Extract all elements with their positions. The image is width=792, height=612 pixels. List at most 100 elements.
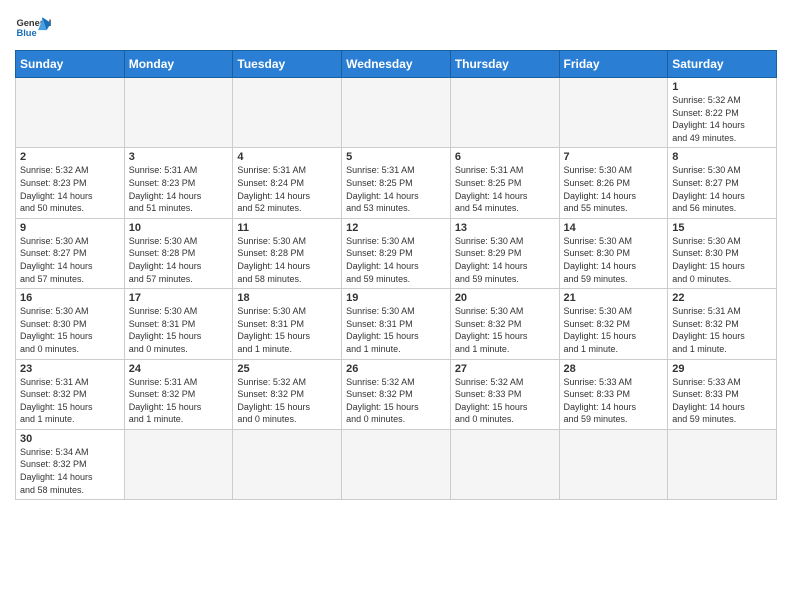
calendar-cell <box>233 78 342 148</box>
day-info: Sunrise: 5:31 AMSunset: 8:25 PMDaylight:… <box>455 164 555 214</box>
calendar-cell: 23Sunrise: 5:31 AMSunset: 8:32 PMDayligh… <box>16 359 125 429</box>
day-info: Sunrise: 5:32 AMSunset: 8:23 PMDaylight:… <box>20 164 120 214</box>
calendar-cell: 17Sunrise: 5:30 AMSunset: 8:31 PMDayligh… <box>124 289 233 359</box>
logo-icon: General Blue <box>15 10 51 46</box>
day-of-week-header: Monday <box>124 51 233 78</box>
calendar-cell: 4Sunrise: 5:31 AMSunset: 8:24 PMDaylight… <box>233 148 342 218</box>
day-number: 22 <box>672 292 772 304</box>
day-info: Sunrise: 5:30 AMSunset: 8:30 PMDaylight:… <box>20 305 120 355</box>
day-info: Sunrise: 5:30 AMSunset: 8:29 PMDaylight:… <box>455 235 555 285</box>
calendar-cell: 2Sunrise: 5:32 AMSunset: 8:23 PMDaylight… <box>16 148 125 218</box>
day-number: 20 <box>455 292 555 304</box>
day-number: 7 <box>564 151 664 163</box>
calendar-cell: 28Sunrise: 5:33 AMSunset: 8:33 PMDayligh… <box>559 359 668 429</box>
day-info: Sunrise: 5:31 AMSunset: 8:24 PMDaylight:… <box>237 164 337 214</box>
calendar-week-row: 16Sunrise: 5:30 AMSunset: 8:30 PMDayligh… <box>16 289 777 359</box>
calendar-cell: 3Sunrise: 5:31 AMSunset: 8:23 PMDaylight… <box>124 148 233 218</box>
calendar-cell: 16Sunrise: 5:30 AMSunset: 8:30 PMDayligh… <box>16 289 125 359</box>
day-of-week-header: Saturday <box>668 51 777 78</box>
calendar-cell: 11Sunrise: 5:30 AMSunset: 8:28 PMDayligh… <box>233 218 342 288</box>
calendar-cell: 18Sunrise: 5:30 AMSunset: 8:31 PMDayligh… <box>233 289 342 359</box>
day-number: 9 <box>20 222 120 234</box>
calendar-cell: 5Sunrise: 5:31 AMSunset: 8:25 PMDaylight… <box>342 148 451 218</box>
calendar-cell <box>450 429 559 499</box>
calendar-cell: 21Sunrise: 5:30 AMSunset: 8:32 PMDayligh… <box>559 289 668 359</box>
day-of-week-header: Tuesday <box>233 51 342 78</box>
day-info: Sunrise: 5:30 AMSunset: 8:32 PMDaylight:… <box>455 305 555 355</box>
calendar-cell: 22Sunrise: 5:31 AMSunset: 8:32 PMDayligh… <box>668 289 777 359</box>
day-number: 6 <box>455 151 555 163</box>
day-info: Sunrise: 5:32 AMSunset: 8:22 PMDaylight:… <box>672 94 772 144</box>
day-info: Sunrise: 5:30 AMSunset: 8:31 PMDaylight:… <box>237 305 337 355</box>
day-info: Sunrise: 5:32 AMSunset: 8:33 PMDaylight:… <box>455 376 555 426</box>
day-number: 11 <box>237 222 337 234</box>
calendar-header-row: SundayMondayTuesdayWednesdayThursdayFrid… <box>16 51 777 78</box>
day-number: 19 <box>346 292 446 304</box>
day-of-week-header: Friday <box>559 51 668 78</box>
day-info: Sunrise: 5:30 AMSunset: 8:30 PMDaylight:… <box>672 235 772 285</box>
day-of-week-header: Wednesday <box>342 51 451 78</box>
calendar-cell: 19Sunrise: 5:30 AMSunset: 8:31 PMDayligh… <box>342 289 451 359</box>
calendar-cell: 1Sunrise: 5:32 AMSunset: 8:22 PMDaylight… <box>668 78 777 148</box>
day-number: 24 <box>129 363 229 375</box>
calendar-cell <box>342 78 451 148</box>
day-number: 27 <box>455 363 555 375</box>
day-number: 30 <box>20 433 120 445</box>
day-number: 17 <box>129 292 229 304</box>
calendar-cell: 15Sunrise: 5:30 AMSunset: 8:30 PMDayligh… <box>668 218 777 288</box>
calendar-week-row: 9Sunrise: 5:30 AMSunset: 8:27 PMDaylight… <box>16 218 777 288</box>
calendar-week-row: 30Sunrise: 5:34 AMSunset: 8:32 PMDayligh… <box>16 429 777 499</box>
calendar-cell <box>342 429 451 499</box>
day-number: 15 <box>672 222 772 234</box>
calendar-week-row: 23 Sunrise: 5:31 AMSunset: 8:32 PMDayligh… <box>16 359 777 429</box>
calendar-cell <box>559 429 668 499</box>
day-number: 3 <box>129 151 229 163</box>
day-info: Sunrise: 5:31 AMSunset: 8:32 PMDaylight:… <box>672 305 772 355</box>
calendar-cell: 13Sunrise: 5:30 AMSunset: 8:29 PMDayligh… <box>450 218 559 288</box>
day-info: Sunrise: 5:33 AMSunset: 8:33 PMDaylight:… <box>672 376 772 426</box>
day-info: Sunrise: 5:34 AMSunset: 8:32 PMDaylight:… <box>20 446 120 496</box>
day-info: Sunrise: 5:30 AMSunset: 8:28 PMDaylight:… <box>129 235 229 285</box>
calendar-cell: 29Sunrise: 5:33 AMSunset: 8:33 PMDayligh… <box>668 359 777 429</box>
calendar-week-row: 2Sunrise: 5:32 AMSunset: 8:23 PMDaylight… <box>16 148 777 218</box>
day-info: Sunrise: 5:30 AMSunset: 8:28 PMDaylight:… <box>237 235 337 285</box>
calendar-cell <box>124 78 233 148</box>
day-of-week-header: Sunday <box>16 51 125 78</box>
calendar-cell: 9Sunrise: 5:30 AMSunset: 8:27 PMDaylight… <box>16 218 125 288</box>
day-number: 4 <box>237 151 337 163</box>
day-info: Sunrise: 5:30 AMSunset: 8:27 PMDaylight:… <box>672 164 772 214</box>
calendar-cell <box>450 78 559 148</box>
calendar-cell: 24Sunrise: 5:31 AMSunset: 8:32 PMDayligh… <box>124 359 233 429</box>
day-info: Sunrise: 5:30 AMSunset: 8:31 PMDaylight:… <box>129 305 229 355</box>
day-number: 10 <box>129 222 229 234</box>
day-info: Sunrise: 5:31 AMSunset: 8:32 PMDaylight:… <box>129 376 229 426</box>
day-number: 13 <box>455 222 555 234</box>
calendar-cell: 12Sunrise: 5:30 AMSunset: 8:29 PMDayligh… <box>342 218 451 288</box>
day-number: 28 <box>564 363 664 375</box>
day-info: Sunrise: 5:30 AMSunset: 8:32 PMDaylight:… <box>564 305 664 355</box>
day-info: Sunrise: 5:30 AMSunset: 8:29 PMDaylight:… <box>346 235 446 285</box>
day-number: 8 <box>672 151 772 163</box>
day-info: Sunrise: 5:31 AMSunset: 8:23 PMDaylight:… <box>129 164 229 214</box>
day-number: 23 <box>20 363 120 375</box>
calendar-cell: 8Sunrise: 5:30 AMSunset: 8:27 PMDaylight… <box>668 148 777 218</box>
day-number: 18 <box>237 292 337 304</box>
day-info: Sunrise: 5:32 AMSunset: 8:32 PMDaylight:… <box>346 376 446 426</box>
calendar-week-row: 1Sunrise: 5:32 AMSunset: 8:22 PMDaylight… <box>16 78 777 148</box>
day-number: 16 <box>20 292 120 304</box>
day-number: 5 <box>346 151 446 163</box>
calendar-table: SundayMondayTuesdayWednesdayThursdayFrid… <box>15 50 777 500</box>
calendar-cell <box>559 78 668 148</box>
day-number: 26 <box>346 363 446 375</box>
day-number: 2 <box>20 151 120 163</box>
day-number: 12 <box>346 222 446 234</box>
day-info: Sunrise: 5:30 AMSunset: 8:27 PMDaylight:… <box>20 235 120 285</box>
calendar-cell <box>668 429 777 499</box>
calendar-cell: 20Sunrise: 5:30 AMSunset: 8:32 PMDayligh… <box>450 289 559 359</box>
calendar-cell: 27Sunrise: 5:32 AMSunset: 8:33 PMDayligh… <box>450 359 559 429</box>
logo: General Blue <box>15 10 51 46</box>
calendar-cell: 26Sunrise: 5:32 AMSunset: 8:32 PMDayligh… <box>342 359 451 429</box>
day-info: Sunrise: 5:30 AMSunset: 8:31 PMDaylight:… <box>346 305 446 355</box>
day-number: 21 <box>564 292 664 304</box>
calendar-cell: 25Sunrise: 5:32 AMSunset: 8:32 PMDayligh… <box>233 359 342 429</box>
